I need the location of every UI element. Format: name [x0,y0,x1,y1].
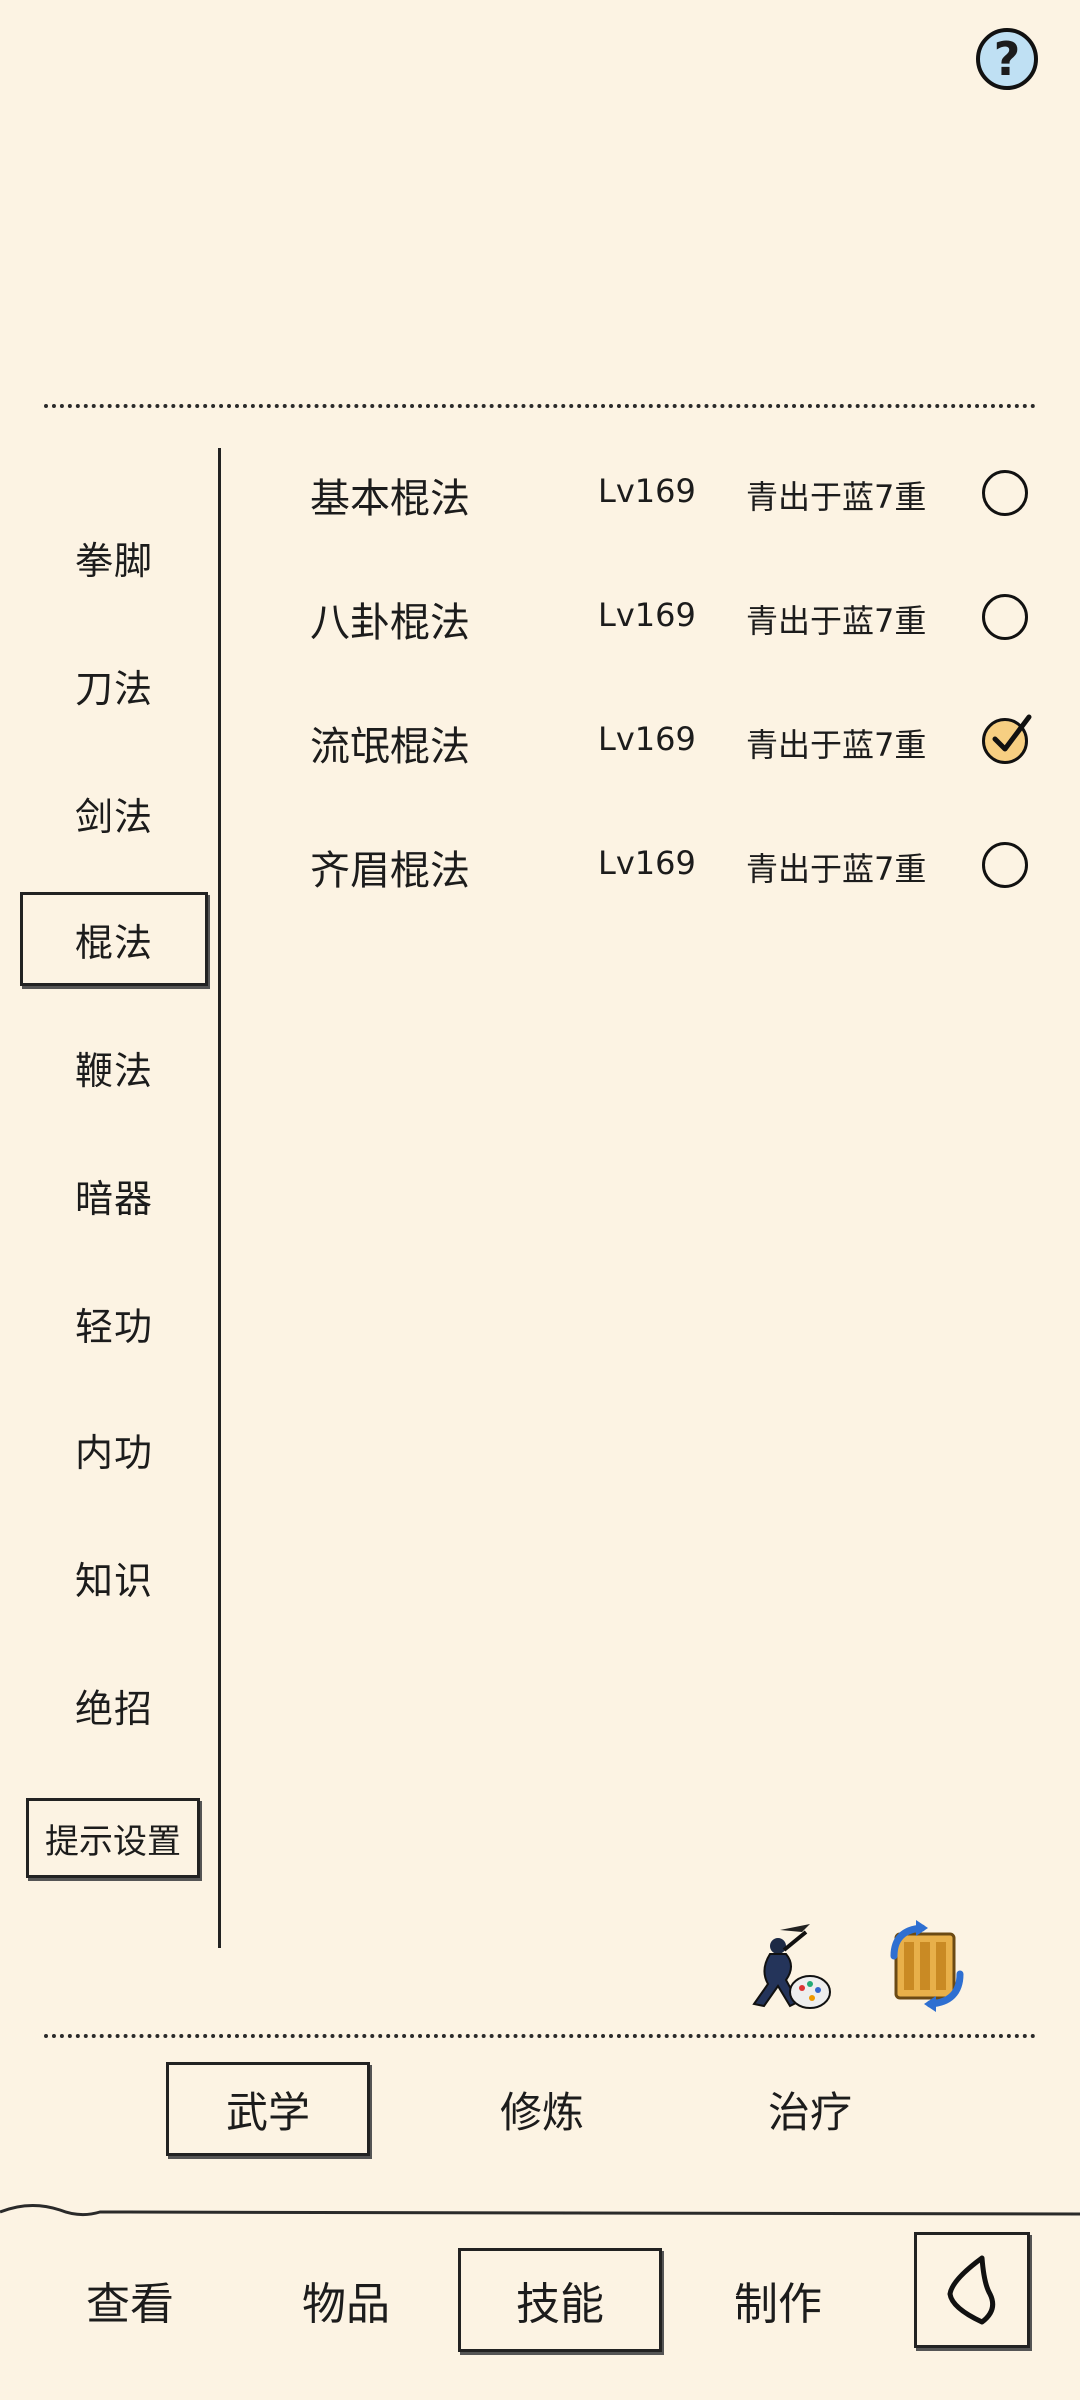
nav-wupin[interactable]: 物品 [256,2248,436,2352]
skill-rank: 青出于蓝7重 [746,478,927,516]
category-neigong[interactable]: 内功 [20,1402,208,1496]
skill-level: Lv169 [598,596,696,634]
skill-name: 基本棍法 [310,476,470,522]
skill-select-radio[interactable] [982,714,1032,764]
category-label: 拳脚 [74,538,153,583]
category-label: 剑法 [74,794,153,839]
bottom-divider [44,2034,1036,2038]
skill-rank: 青出于蓝7重 [746,850,927,888]
category-label: 绝招 [74,1686,153,1731]
tab-label: 治疗 [767,2087,852,2137]
question-mark-icon: ? [993,32,1021,86]
hint-settings-label: 提示设置 [45,1821,181,1862]
category-quanjiao[interactable]: 拳脚 [20,510,208,604]
nav-jineng[interactable]: 技能 [458,2248,662,2352]
category-zhishi[interactable]: 知识 [20,1530,208,1624]
category-jianfa[interactable]: 剑法 [20,766,208,860]
nav-label: 查看 [86,2279,174,2330]
category-bianfa[interactable]: 鞭法 [20,1020,208,1114]
tab-label: 修炼 [499,2087,584,2137]
category-label: 轻功 [74,1304,153,1349]
skill-level: Lv169 [598,720,696,758]
scroll-exchange-icon[interactable] [876,1916,972,2012]
martial-artist-palette-icon[interactable] [740,1920,836,2016]
skill-row[interactable]: 基本棍法 Lv169 青出于蓝7重 [310,452,1040,532]
skill-row[interactable]: 八卦棍法 Lv169 青出于蓝7重 [310,576,1040,656]
skill-rank: 青出于蓝7重 [746,602,927,640]
category-divider [218,448,221,1948]
category-daofa[interactable]: 刀法 [20,638,208,732]
nav-label: 制作 [734,2279,822,2330]
checkmark-icon [992,714,1032,752]
category-label: 知识 [74,1558,153,1603]
skill-row[interactable]: 齐眉棍法 Lv169 青出于蓝7重 [310,824,1040,904]
nav-label: 技能 [516,2279,604,2330]
category-label: 鞭法 [74,1048,153,1093]
category-label: 内功 [74,1430,153,1475]
category-gunfa[interactable]: 棍法 [20,892,208,986]
skill-level: Lv169 [598,844,696,882]
nav-label: 物品 [302,2279,390,2330]
tab-wuxue[interactable]: 武学 [166,2062,370,2156]
category-label: 暗器 [74,1176,153,1221]
brush-stroke-divider [0,2204,1080,2217]
hint-settings-button[interactable]: 提示设置 [26,1798,200,1878]
back-arrow-icon [947,2255,996,2325]
tab-xiulian[interactable]: 修炼 [440,2062,644,2156]
category-label: 刀法 [74,666,153,711]
tab-label: 武学 [225,2087,310,2137]
category-juezhao[interactable]: 绝招 [20,1658,208,1752]
skill-name: 齐眉棍法 [310,848,470,894]
skill-name: 流氓棍法 [310,724,470,770]
skill-select-radio[interactable] [982,842,1028,888]
help-button[interactable]: ? [976,28,1038,90]
skill-rank: 青出于蓝7重 [746,726,927,764]
skill-name: 八卦棍法 [310,600,470,646]
skill-level: Lv169 [598,472,696,510]
skill-select-radio[interactable] [982,594,1028,640]
nav-chakan[interactable]: 查看 [40,2248,220,2352]
category-anqi[interactable]: 暗器 [20,1148,208,1242]
nav-zhizuo[interactable]: 制作 [688,2248,868,2352]
tab-zhiliao[interactable]: 治疗 [708,2062,912,2156]
skill-select-radio[interactable] [982,470,1028,516]
skill-row[interactable]: 流氓棍法 Lv169 青出于蓝7重 [310,700,1040,780]
category-label: 棍法 [74,920,153,965]
category-qinggong[interactable]: 轻功 [20,1276,208,1370]
top-divider [44,404,1036,408]
back-button[interactable] [914,2232,1030,2348]
